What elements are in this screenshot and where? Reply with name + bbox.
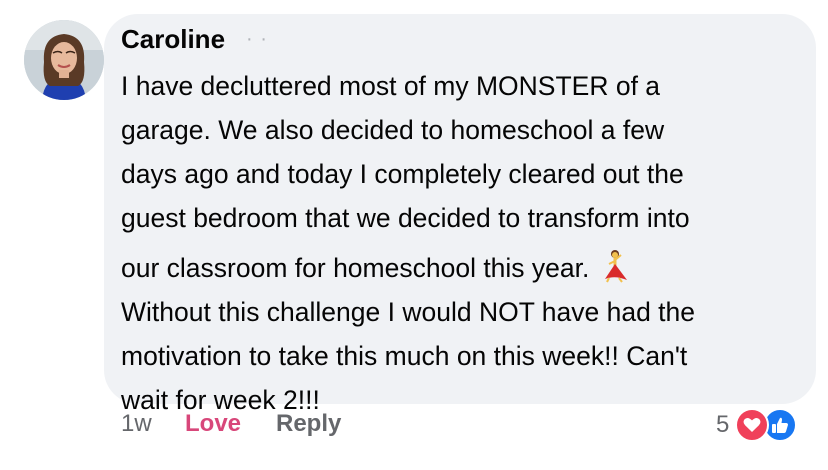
comment-line: our classroom for homeschool this year. xyxy=(121,253,590,283)
author-name-redacted: · · xyxy=(246,28,268,50)
comment-line: guest bedroom that we decided to transfo… xyxy=(121,203,690,233)
love-reaction-icon xyxy=(735,408,770,442)
love-reaction-button[interactable]: Love xyxy=(185,410,241,438)
comment-line: Without this challenge I would NOT have … xyxy=(121,297,696,327)
comment-line: days ago and today I completely cleared … xyxy=(121,159,684,189)
reaction-count: 5 xyxy=(716,411,730,438)
reply-button[interactable]: Reply xyxy=(276,410,341,438)
comment-body: I have decluttered most of my MONSTER of… xyxy=(121,64,811,422)
comment-line-with-emoji: our classroom for homeschool this year. xyxy=(121,246,811,290)
comment-line: garage. We also decided to homeschool a … xyxy=(121,115,665,145)
reaction-summary[interactable]: 5 xyxy=(716,408,798,442)
dancer-emoji-icon xyxy=(605,250,628,283)
comment-line: motivation to take this much on this wee… xyxy=(121,341,688,371)
comment-line: I have decluttered most of my MONSTER of… xyxy=(121,71,661,101)
author-avatar[interactable] xyxy=(24,20,104,100)
comment-timestamp[interactable]: 1w xyxy=(121,410,152,438)
comment-author-name[interactable]: Caroline xyxy=(121,24,225,55)
avatar-image xyxy=(24,20,104,100)
